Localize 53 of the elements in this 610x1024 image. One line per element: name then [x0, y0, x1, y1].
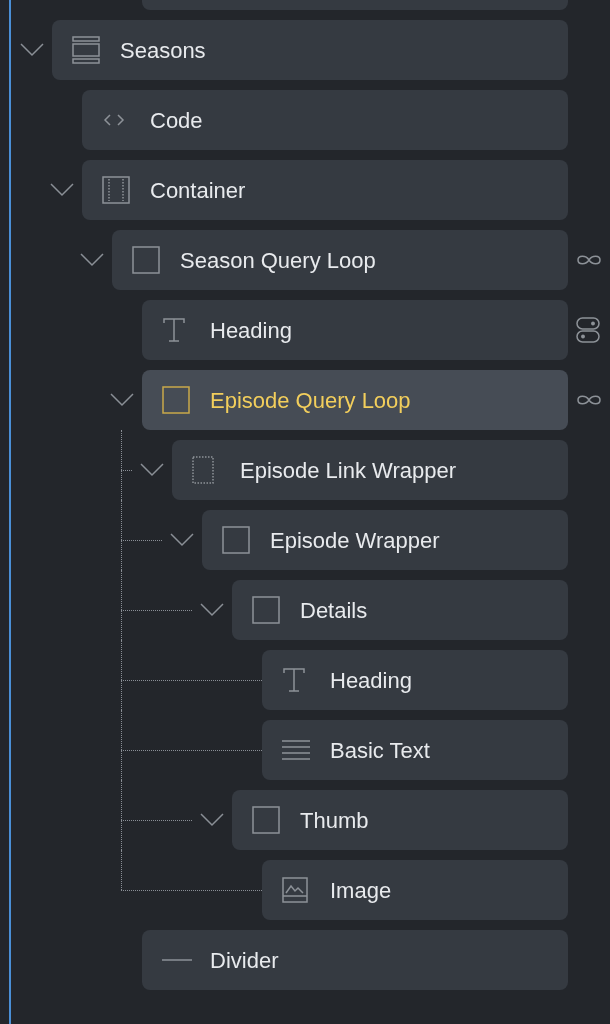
tree-row[interactable]: Code — [82, 90, 568, 150]
tree-row[interactable]: Seasons — [52, 20, 568, 80]
row-label: Heading — [210, 316, 292, 345]
row-label: Heading — [330, 666, 412, 695]
tree-row[interactable]: Divider — [142, 930, 568, 990]
row-label: Details — [300, 596, 368, 625]
tree-row[interactable]: Heading — [142, 300, 568, 360]
toggle-icon — [576, 317, 600, 343]
tree-row[interactable]: Image — [262, 860, 568, 920]
tree-row[interactable]: Basic Text — [262, 720, 568, 780]
caret-icon[interactable] — [80, 253, 104, 267]
tree-row[interactable]: Episode Link Wrapper — [172, 440, 568, 500]
square-icon — [252, 596, 280, 624]
row-label: Container — [150, 176, 246, 205]
row-label: Episode Wrapper — [270, 526, 440, 555]
caret-icon[interactable] — [170, 533, 194, 547]
infinity-icon — [576, 393, 602, 407]
infinity-icon — [576, 253, 602, 267]
row-label: Thumb — [300, 806, 369, 835]
caret-icon[interactable] — [20, 43, 44, 57]
square-icon — [162, 386, 190, 414]
row-label: Seasons — [120, 36, 206, 65]
image-icon — [282, 877, 308, 903]
row-label: Season Query Loop — [180, 246, 376, 275]
row-label: Image — [330, 876, 392, 905]
dotted-square-icon — [192, 456, 216, 484]
caret-icon[interactable] — [110, 393, 134, 407]
tree-row[interactable]: Details — [232, 580, 568, 640]
container-icon — [102, 176, 130, 204]
caret-icon[interactable] — [50, 183, 74, 197]
tree-row[interactable]: Thumb — [232, 790, 568, 850]
text-t-icon — [282, 667, 306, 693]
row-label: Episode Query Loop — [210, 386, 411, 415]
caret-icon[interactable] — [200, 813, 224, 827]
row-label: Divider — [210, 946, 279, 975]
square-icon — [132, 246, 160, 274]
tree-row[interactable]: Season Query Loop — [112, 230, 568, 290]
row-label: Basic Text — [330, 736, 430, 765]
row-label: Episode Link Wrapper — [240, 456, 457, 485]
tree-row[interactable]: Container — [82, 160, 568, 220]
code-icon — [102, 112, 126, 128]
section-icon — [72, 36, 100, 64]
caret-icon[interactable] — [200, 603, 224, 617]
paragraph-icon — [282, 739, 310, 761]
square-icon — [222, 526, 250, 554]
caret-icon[interactable] — [140, 463, 164, 477]
tree-row[interactable]: Episode Query Loop — [142, 370, 568, 430]
text-t-icon — [162, 317, 186, 343]
divider-icon — [162, 958, 192, 962]
tree-row[interactable]: Heading — [262, 650, 568, 710]
tree-row[interactable]: Episode Wrapper — [202, 510, 568, 570]
row-label: Code — [150, 106, 203, 135]
square-icon — [252, 806, 280, 834]
